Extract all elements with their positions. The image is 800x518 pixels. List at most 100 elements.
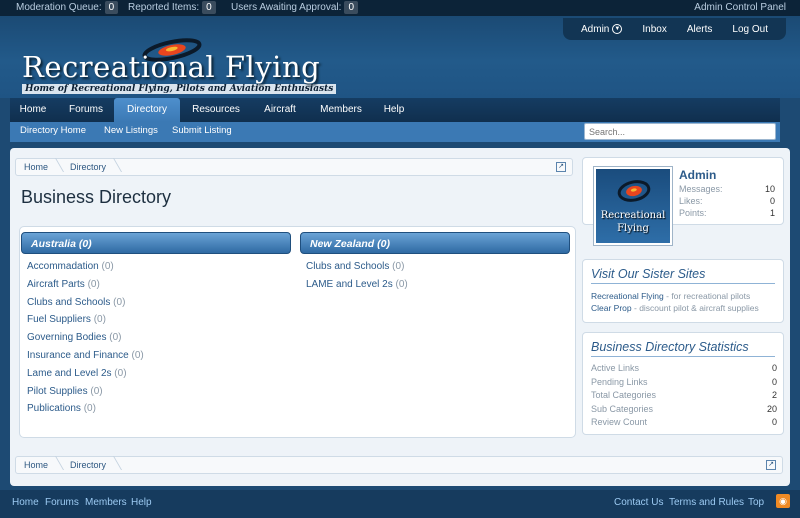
moderation-queue-count: 0: [104, 1, 119, 14]
footer-help-link[interactable]: Help: [131, 497, 152, 508]
list-item[interactable]: LAME and Level 2s (0): [306, 279, 408, 297]
category-link[interactable]: Governing Bodies: [27, 332, 107, 343]
footer-top-link[interactable]: Top: [748, 497, 764, 508]
footer-terms-link[interactable]: Terms and Rules: [669, 497, 744, 508]
category-header-australia[interactable]: Australia (0): [21, 232, 291, 254]
avatar-text: Recreational Flying: [600, 210, 666, 234]
category-link[interactable]: Lame and Level 2s: [27, 368, 112, 379]
avatar[interactable]: Recreational Flying: [593, 166, 673, 246]
breadcrumb-directory[interactable]: Directory: [62, 162, 120, 172]
jump-icon[interactable]: ↗: [766, 460, 776, 470]
footer-members-link[interactable]: Members: [85, 497, 127, 508]
avatar-image: Recreational Flying: [596, 169, 670, 243]
directory-stats-panel: Business Directory Statistics Active Lin…: [582, 332, 784, 435]
category-list-australia: Accommadation (0) Aircraft Parts (0) Clu…: [27, 261, 144, 421]
subnav-new-listings[interactable]: New Listings: [104, 125, 158, 136]
category-count: (0): [114, 367, 127, 379]
site-header: Admin ▼ Inbox Alerts Log Out Recreational…: [0, 16, 800, 98]
stat-row: Pending Links 0: [591, 377, 777, 387]
alerts-link[interactable]: Alerts: [687, 24, 713, 35]
tab-members[interactable]: Members: [310, 98, 372, 122]
sister-site-desc: - for recreational pilots: [663, 291, 751, 301]
users-awaiting-label: Users Awaiting Approval:: [231, 2, 342, 13]
category-count: (0): [392, 261, 405, 272]
list-item[interactable]: Aircraft Parts (0): [27, 279, 144, 297]
stat-value: 10: [764, 184, 775, 194]
moderation-queue-link[interactable]: Moderation Queue: 0: [16, 1, 119, 14]
logo-swoosh-icon: [617, 180, 651, 202]
sister-sites-list: Recreational Flying - for recreational p…: [591, 290, 775, 314]
list-item[interactable]: Governing Bodies (0): [27, 332, 144, 350]
list-item[interactable]: Lame and Level 2s (0): [27, 368, 144, 386]
tab-home[interactable]: Home: [10, 98, 56, 122]
category-link[interactable]: Clubs and Schools: [306, 261, 389, 272]
stat-value: 0: [769, 196, 775, 206]
site-logo[interactable]: Recreational Flying Home of Recreational…: [22, 38, 337, 94]
footer-home-link[interactable]: Home: [12, 497, 39, 508]
category-link[interactable]: Fuel Suppliers: [27, 314, 91, 325]
stat-value: 2: [771, 390, 777, 400]
inbox-link[interactable]: Inbox: [642, 24, 666, 35]
list-item[interactable]: Fuel Suppliers (0): [27, 314, 144, 332]
site-tagline: Home of Recreational Flying, Pilots and …: [22, 84, 337, 94]
sister-site-link[interactable]: Clear Prop: [591, 303, 632, 313]
admin-control-panel-link[interactable]: Admin Control Panel: [694, 2, 786, 13]
sister-site-link[interactable]: Recreational Flying: [591, 291, 664, 301]
footer-contact-link[interactable]: Contact Us: [614, 497, 663, 508]
subnav-directory-home[interactable]: Directory Home: [20, 125, 86, 136]
stat-label: Sub Categories: [591, 404, 654, 414]
tab-forums[interactable]: Forums: [58, 98, 114, 122]
rss-icon[interactable]: ◉: [776, 494, 790, 508]
breadcrumb-directory[interactable]: Directory: [62, 460, 120, 470]
reported-items-link[interactable]: Reported Items: 0: [128, 1, 216, 14]
search-input[interactable]: [584, 123, 776, 140]
tab-resources[interactable]: Resources: [182, 98, 250, 122]
sister-site-desc: - discount pilot & aircraft supplies: [631, 303, 759, 313]
category-header-new-zealand[interactable]: New Zealand (0): [300, 232, 570, 254]
breadcrumb-home[interactable]: Home: [16, 162, 62, 172]
list-item[interactable]: Insurance and Finance (0): [27, 350, 144, 368]
reported-items-count: 0: [202, 1, 216, 14]
username-link[interactable]: Admin: [679, 168, 716, 182]
tab-directory[interactable]: Directory: [114, 98, 180, 122]
site-title: Recreational Flying: [22, 50, 321, 84]
category-count: (0): [93, 314, 106, 326]
stat-row: Active Links 0: [591, 363, 777, 373]
chevron-down-icon: ▼: [612, 24, 623, 34]
list-item[interactable]: Pilot Supplies (0): [27, 386, 144, 404]
admin-menu[interactable]: Admin ▼: [581, 24, 623, 35]
footer-forums-link[interactable]: Forums: [45, 497, 79, 508]
category-count: (0): [101, 261, 114, 272]
users-awaiting-link[interactable]: Users Awaiting Approval: 0: [231, 1, 358, 14]
tab-aircraft[interactable]: Aircraft: [252, 98, 308, 122]
logout-link[interactable]: Log Out: [732, 24, 768, 35]
category-list-new-zealand: Clubs and Schools (0) LAME and Level 2s …: [306, 261, 408, 297]
category-count: (0): [87, 278, 100, 290]
page-title: Business Directory: [21, 187, 172, 207]
tab-help[interactable]: Help: [374, 98, 414, 122]
sub-navigation: Directory Home New Listings Submit Listi…: [10, 122, 780, 142]
category-link[interactable]: Aircraft Parts: [27, 279, 85, 290]
subnav-submit-listing[interactable]: Submit Listing: [172, 125, 232, 136]
category-box: Australia (0) New Zealand (0) Accommadat…: [19, 226, 576, 438]
reported-items-label: Reported Items:: [128, 2, 200, 13]
breadcrumb-home[interactable]: Home: [16, 460, 62, 470]
category-link[interactable]: Clubs and Schools: [27, 297, 110, 308]
stat-value: 0: [771, 363, 777, 373]
stat-label: Points:: [679, 208, 707, 218]
list-item[interactable]: Publications (0): [27, 403, 144, 421]
category-link[interactable]: LAME and Level 2s: [306, 279, 393, 290]
list-item[interactable]: Clubs and Schools (0): [306, 261, 408, 279]
category-link[interactable]: Accommadation: [27, 261, 99, 272]
category-link[interactable]: Pilot Supplies: [27, 386, 88, 397]
category-link[interactable]: Publications: [27, 403, 81, 414]
list-item[interactable]: Accommadation (0): [27, 261, 144, 279]
visitor-panel: Recreational Flying Admin Messages: 10 Li…: [582, 157, 784, 246]
list-item[interactable]: Clubs and Schools (0): [27, 297, 144, 315]
stat-value: 0: [771, 417, 777, 427]
category-link[interactable]: Insurance and Finance: [27, 350, 129, 361]
stat-value: 0: [771, 377, 777, 387]
stat-label: Messages:: [679, 184, 723, 194]
users-awaiting-count: 0: [344, 1, 358, 14]
jump-icon[interactable]: ↗: [556, 162, 566, 172]
